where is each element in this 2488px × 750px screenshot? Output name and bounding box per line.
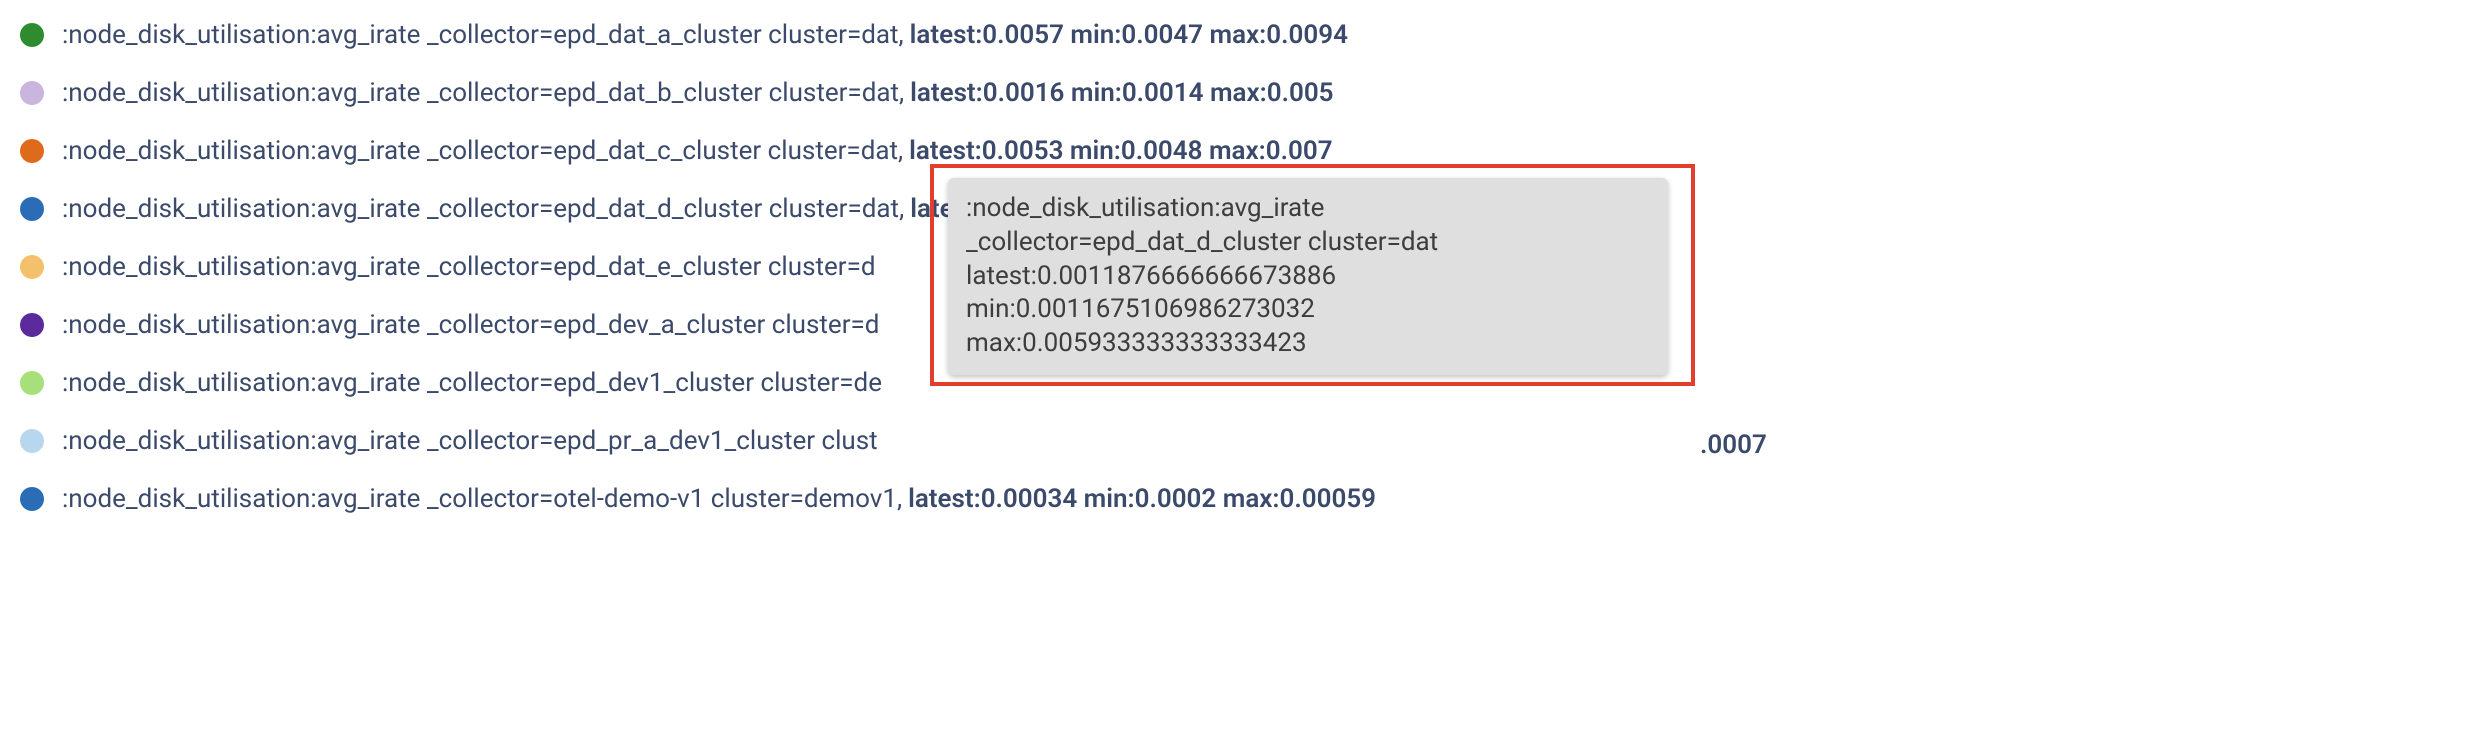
series-swatch-icon <box>20 429 44 453</box>
legend-tooltip: :node_disk_utilisation:avg_irate _collec… <box>948 178 1668 375</box>
legend-metric-label: :node_disk_utilisation:avg_irate _collec… <box>62 252 876 282</box>
legend-metric-label: :node_disk_utilisation:avg_irate _collec… <box>62 136 903 166</box>
legend-stats-clipped: .0007 <box>1700 430 1767 460</box>
legend-item[interactable]: :node_disk_utilisation:avg_irate _collec… <box>20 482 2468 516</box>
legend-item[interactable]: :node_disk_utilisation:avg_irate _collec… <box>20 76 2468 110</box>
tooltip-metric-name: :node_disk_utilisation:avg_irate <box>966 192 1650 226</box>
tooltip-labels: _collector=epd_dat_d_cluster cluster=dat <box>966 226 1650 260</box>
legend-stats: latest:0.00034 min:0.0002 max:0.00059 <box>908 484 1376 514</box>
series-swatch-icon <box>20 197 44 221</box>
legend-item[interactable]: :node_disk_utilisation:avg_irate _collec… <box>20 134 2468 168</box>
legend-metric-label: :node_disk_utilisation:avg_irate _collec… <box>62 78 904 108</box>
legend-container: :node_disk_utilisation:avg_irate _collec… <box>0 0 2488 750</box>
legend-metric-label: :node_disk_utilisation:avg_irate _collec… <box>62 368 882 398</box>
legend-item[interactable]: :node_disk_utilisation:avg_irate _collec… <box>20 424 2468 458</box>
legend-stats: latest:0.0057 min:0.0047 max:0.0094 <box>910 20 1348 50</box>
series-swatch-icon <box>20 371 44 395</box>
legend-metric-label: :node_disk_utilisation:avg_irate _collec… <box>62 194 904 224</box>
legend-stats: latest:0.0053 min:0.0048 max:0.007 <box>909 136 1332 166</box>
series-swatch-icon <box>20 23 44 47</box>
series-swatch-icon <box>20 313 44 337</box>
tooltip-latest: latest:0.0011876666666673886 <box>966 260 1650 294</box>
legend-metric-label: :node_disk_utilisation:avg_irate _collec… <box>62 426 878 456</box>
legend-metric-label: :node_disk_utilisation:avg_irate _collec… <box>62 310 879 340</box>
legend-item[interactable]: :node_disk_utilisation:avg_irate _collec… <box>20 18 2468 52</box>
series-swatch-icon <box>20 487 44 511</box>
legend-metric-label: :node_disk_utilisation:avg_irate _collec… <box>62 484 902 514</box>
legend-metric-label: :node_disk_utilisation:avg_irate _collec… <box>62 20 904 50</box>
series-swatch-icon <box>20 255 44 279</box>
series-swatch-icon <box>20 139 44 163</box>
tooltip-min: min:0.0011675106986273032 <box>966 293 1650 327</box>
series-swatch-icon <box>20 81 44 105</box>
legend-stats: latest:0.0016 min:0.0014 max:0.005 <box>910 78 1333 108</box>
tooltip-max: max:0.005933333333333423 <box>966 327 1650 361</box>
